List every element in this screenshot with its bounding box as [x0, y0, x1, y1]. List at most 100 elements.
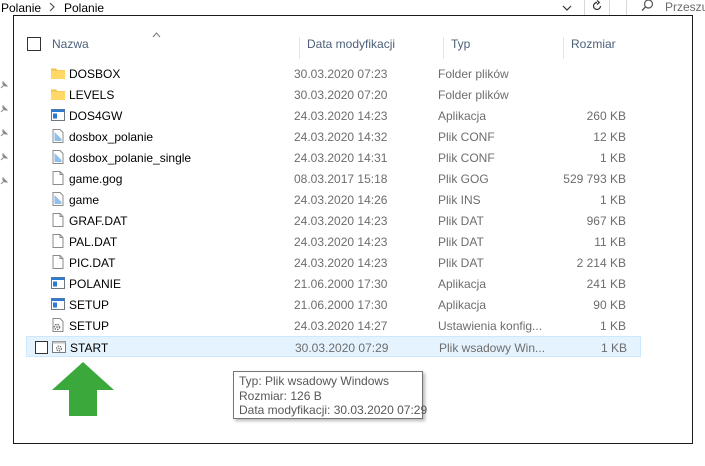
file-name: game	[69, 193, 100, 207]
file-row[interactable]: GRAF.DAT 24.03.2020 14:23 Plik DAT 967 KB	[26, 210, 641, 231]
pin-icon	[0, 102, 9, 113]
file-size: 11 KB	[594, 235, 626, 249]
file-date-modified: 24.03.2020 14:23	[294, 109, 388, 123]
file-row[interactable]: DOS4GW 24.03.2020 14:23 Aplikacja 260 KB	[26, 105, 641, 126]
file-name: LEVELS	[69, 88, 115, 102]
folder-icon	[50, 86, 66, 102]
file-type: Aplikacja	[438, 298, 487, 312]
file-date-modified: 24.03.2020 14:23	[294, 214, 388, 228]
file-type: Plik CONF	[438, 130, 495, 144]
file-type: Plik GOG	[438, 172, 489, 186]
file-size: 529 793 KB	[563, 172, 626, 186]
file-name: game.gog	[69, 172, 123, 186]
pin-icon	[0, 150, 9, 161]
column-date-modified[interactable]: Data modyfikacji	[299, 37, 439, 59]
settings-file-icon	[50, 317, 66, 333]
file-size: 2 214 KB	[576, 256, 626, 270]
search-input[interactable]: Przeszu	[626, 0, 705, 16]
column-type[interactable]: Typ	[443, 37, 561, 59]
file-date-modified: 24.03.2020 14:27	[294, 319, 388, 333]
file-size: 241 KB	[586, 277, 626, 291]
search-placeholder: Przeszu	[665, 0, 705, 14]
file-name: DOS4GW	[69, 109, 123, 123]
green-up-arrow-icon	[52, 362, 114, 419]
chevron-down-icon	[562, 1, 572, 15]
file-icon	[50, 254, 66, 270]
file-icon	[50, 233, 66, 249]
file-date-modified: 30.03.2020 07:23	[294, 67, 388, 81]
config-file-icon	[50, 128, 66, 144]
file-type: Plik DAT	[438, 256, 484, 270]
file-date-modified: 08.03.2017 15:18	[294, 172, 388, 186]
refresh-icon	[591, 0, 603, 15]
file-row[interactable]: dosbox_polanie_single 24.03.2020 14:31 Pli…	[26, 147, 641, 168]
file-info-tooltip: Typ: Plik wsadowy Windows Rozmiar: 126 B…	[233, 371, 427, 419]
file-date-modified: 30.03.2020 07:29	[295, 341, 389, 355]
file-date-modified: 21.06.2000 17:30	[294, 277, 388, 291]
file-name: GRAF.DAT	[69, 214, 128, 228]
file-size: 90 KB	[593, 298, 626, 312]
file-row[interactable]: game.gog 08.03.2017 15:18 Plik GOG 529 793 …	[26, 168, 641, 189]
file-row[interactable]: PAL.DAT 24.03.2020 14:23 Plik DAT 11 KB	[26, 231, 641, 252]
application-icon	[50, 107, 66, 123]
select-all-checkbox[interactable]	[27, 37, 41, 51]
file-name: START	[70, 341, 109, 355]
file-icon	[50, 170, 66, 186]
file-row[interactable]: START 30.03.2020 07:29 Plik wsadowy Win...…	[26, 336, 641, 357]
file-date-modified: 30.03.2020 07:20	[294, 88, 388, 102]
tooltip-type: Typ: Plik wsadowy Windows	[239, 374, 390, 388]
folder-icon	[50, 65, 66, 81]
file-type: Plik CONF	[438, 151, 495, 165]
file-row[interactable]: SETUP 21.06.2000 17:30 Aplikacja 90 KB	[26, 294, 641, 315]
config-file-icon	[50, 149, 66, 165]
pin-icon	[0, 174, 9, 185]
file-size: 12 KB	[593, 130, 626, 144]
file-size: 1 KB	[599, 319, 626, 333]
breadcrumb-current[interactable]: Polanie	[64, 1, 104, 15]
breadcrumb-root[interactable]: Polanie	[1, 1, 41, 15]
file-row[interactable]: DOSBOX 30.03.2020 07:23 Folder plików	[26, 63, 641, 84]
file-name: SETUP	[69, 319, 110, 333]
address-bar: Polanie Polanie Przeszu	[0, 0, 705, 16]
file-name: dosbox_polanie	[69, 130, 154, 144]
file-row[interactable]: PIC.DAT 24.03.2020 14:23 Plik DAT 2 214 KB	[26, 252, 641, 273]
file-date-modified: 24.03.2020 14:26	[294, 193, 388, 207]
file-date-modified: 24.03.2020 14:23	[294, 256, 388, 270]
tooltip-size: Rozmiar: 126 B	[239, 388, 322, 403]
file-type: Plik DAT	[438, 235, 484, 249]
column-name[interactable]: Nazwa	[52, 37, 302, 59]
file-type: Aplikacja	[438, 109, 487, 123]
file-name: PIC.DAT	[69, 256, 116, 270]
file-type: Plik DAT	[438, 214, 484, 228]
file-date-modified: 24.03.2020 14:23	[294, 235, 388, 249]
file-size: 1 KB	[599, 193, 626, 207]
file-row[interactable]: dosbox_polanie 24.03.2020 14:32 Plik CONF 1…	[26, 126, 641, 147]
file-date-modified: 24.03.2020 14:32	[294, 130, 388, 144]
row-checkbox[interactable]	[35, 341, 48, 354]
address-dropdown-button[interactable]	[556, 0, 578, 15]
file-name: SETUP	[69, 298, 110, 312]
column-header-row: Nazwa Data modyfikacji Typ Rozmiar	[26, 37, 644, 65]
file-type: Plik INS	[438, 193, 481, 207]
refresh-button[interactable]	[584, 0, 610, 16]
search-icon	[641, 0, 654, 15]
file-size: 1 KB	[599, 151, 626, 165]
batch-file-icon	[51, 339, 67, 355]
file-size: 1 KB	[600, 341, 627, 355]
pin-icon	[0, 126, 9, 137]
file-date-modified: 21.06.2000 17:30	[294, 298, 388, 312]
column-size[interactable]: Rozmiar	[563, 37, 643, 59]
file-type: Ustawienia konfig...	[438, 319, 543, 333]
file-name: DOSBOX	[69, 67, 121, 81]
file-type: Folder plików	[438, 67, 509, 81]
file-date-modified: 24.03.2020 14:31	[294, 151, 388, 165]
file-row[interactable]: game 24.03.2020 14:26 Plik INS 1 KB	[26, 189, 641, 210]
file-type: Folder plików	[438, 88, 509, 102]
file-name: PAL.DAT	[69, 235, 118, 249]
file-size: 260 KB	[586, 109, 626, 123]
file-row[interactable]: POLANIE 21.06.2000 17:30 Aplikacja 241 KB	[26, 273, 641, 294]
config-file-icon	[50, 191, 66, 207]
file-row[interactable]: LEVELS 30.03.2020 07:20 Folder plików	[26, 84, 641, 105]
file-row[interactable]: SETUP 24.03.2020 14:27 Ustawienia konfig..…	[26, 315, 641, 336]
application-icon	[50, 296, 66, 312]
